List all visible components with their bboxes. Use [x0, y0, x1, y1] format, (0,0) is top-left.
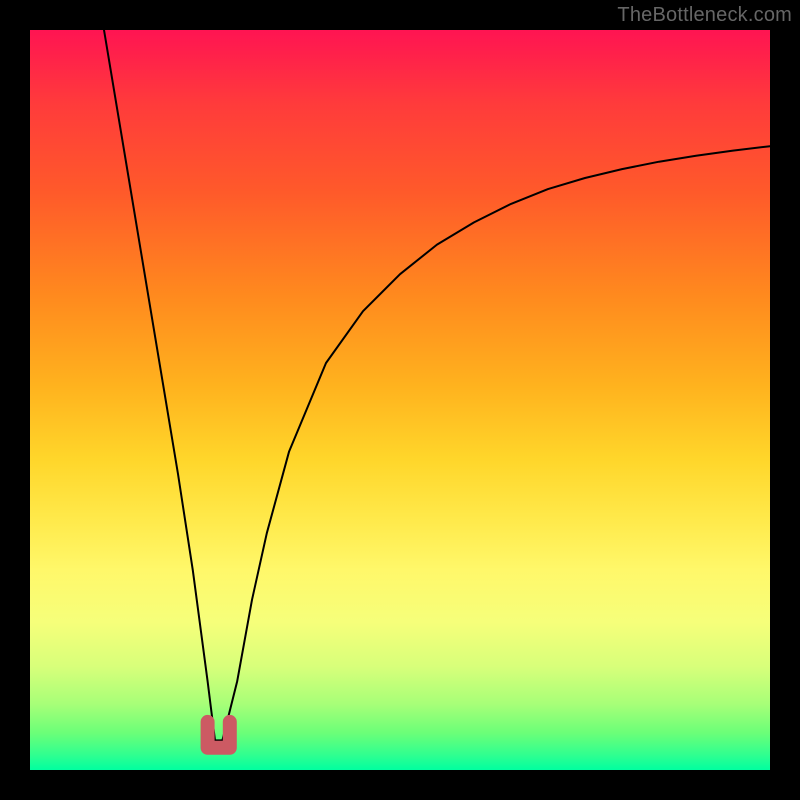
chart-svg — [30, 30, 770, 770]
chart-frame: TheBottleneck.com — [0, 0, 800, 800]
optimal-range-bracket — [208, 722, 230, 748]
watermark-text: TheBottleneck.com — [617, 4, 792, 27]
bottleneck-curve — [104, 30, 770, 740]
plot-area — [30, 30, 770, 770]
